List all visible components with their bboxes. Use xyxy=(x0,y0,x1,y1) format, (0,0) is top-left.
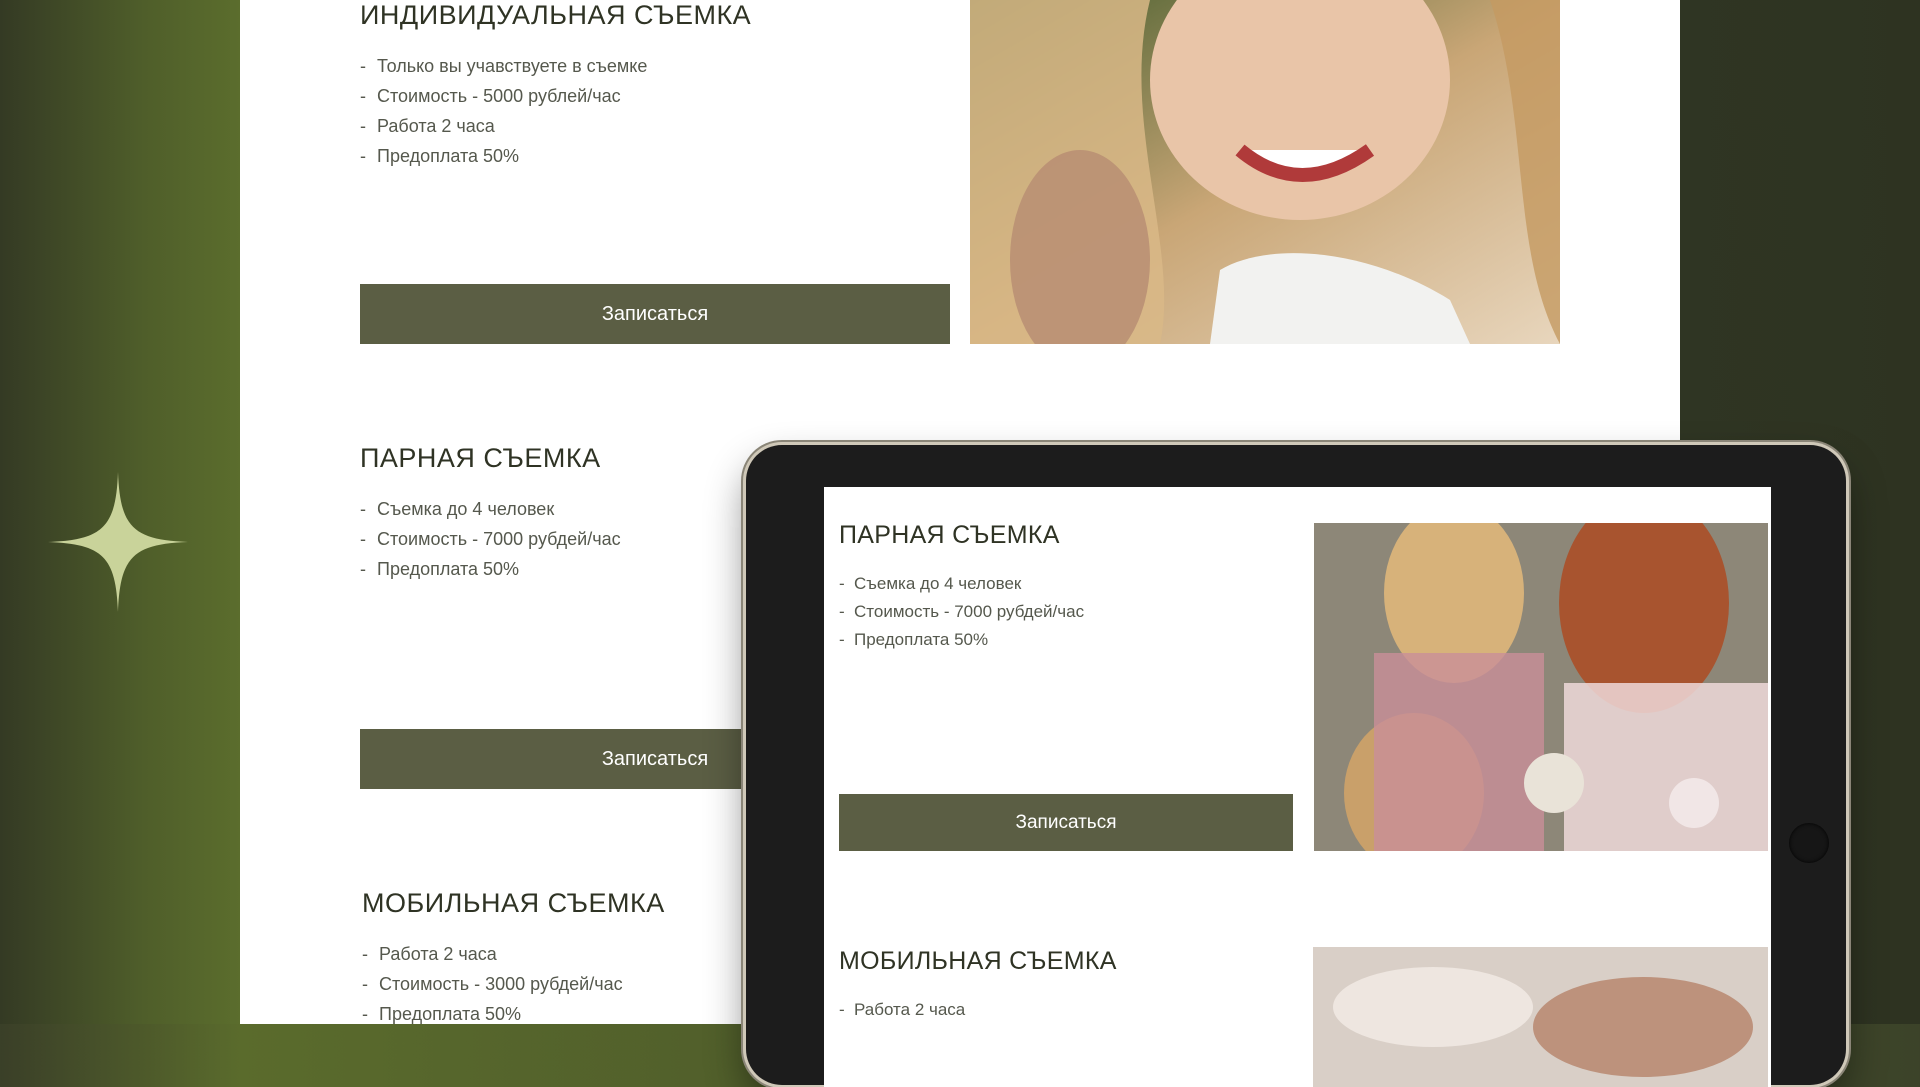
tablet-section-pair: ПАРНАЯ СЪЕМКА - Съемка до 4 человек - Стои… xyxy=(839,521,1293,654)
sparkle-icon xyxy=(48,472,188,612)
tablet-signup-button[interactable]: Записаться xyxy=(839,794,1293,851)
list-item: - Предоплата 50% xyxy=(360,146,520,166)
tablet-screen: ПАРНАЯ СЪЕМКА - Съемка до 4 человек - Стои… xyxy=(824,487,1771,1087)
section-individual: ИНДИВИДУАЛЬНАЯ СЪЕМКА - Только вы учавств… xyxy=(360,0,950,171)
photo-pair-tablet xyxy=(1314,523,1768,851)
camera-icon xyxy=(1789,823,1829,863)
list-item: - Съемка до 4 человек xyxy=(839,574,1022,593)
list-item: - Работа 2 часа xyxy=(839,1000,966,1019)
list-item: - Стоимость - 7000 рубдей/час xyxy=(839,602,1085,621)
section-title: ИНДИВИДУАЛЬНАЯ СЪЕМКА xyxy=(360,0,752,30)
tablet-section-mobile: МОБИЛЬНАЯ СЪЕМКА - Работа 2 часа xyxy=(839,947,1293,1024)
list-item: - Работа 2 часа xyxy=(360,116,495,136)
section-list: - Съемка до 4 человек - Стоимость - 7000 р… xyxy=(839,570,1293,654)
photo-mobile-tablet xyxy=(1313,947,1768,1087)
section-title: ПАРНАЯ СЪЕМКА xyxy=(839,521,1060,549)
list-item: - Стоимость - 5000 рублей/час xyxy=(360,86,621,106)
photo-individual xyxy=(970,0,1560,344)
section-list: - Только вы учавствуете в съемке - Стоимос… xyxy=(360,51,950,171)
signup-button-individual[interactable]: Записаться xyxy=(360,284,950,344)
section-list: - Работа 2 часа xyxy=(839,996,1293,1024)
list-item: - Предоплата 50% xyxy=(839,630,989,649)
section-title: МОБИЛЬНАЯ СЪЕМКА xyxy=(839,947,1117,975)
list-item: - Только вы учавствуете в съемке xyxy=(360,56,648,76)
tablet-mockup: ПАРНАЯ СЪЕМКА - Съемка до 4 человек - Стои… xyxy=(746,445,1846,1087)
